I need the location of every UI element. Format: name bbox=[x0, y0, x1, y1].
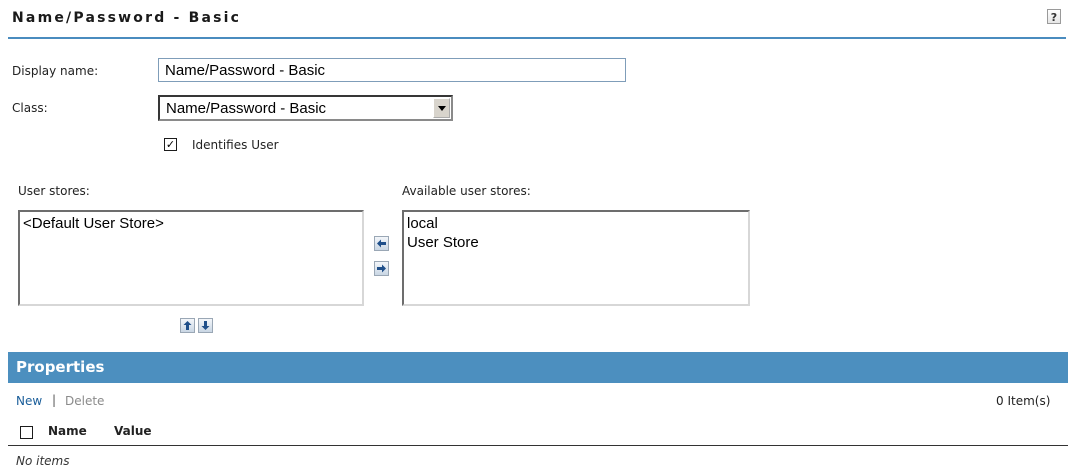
column-header-name[interactable]: Name bbox=[48, 424, 87, 438]
list-item[interactable]: <Default User Store> bbox=[23, 214, 359, 233]
arrow-down-icon[interactable] bbox=[198, 318, 213, 333]
select-all-checkbox[interactable] bbox=[20, 426, 33, 439]
list-item[interactable]: User Store bbox=[407, 233, 745, 252]
arrow-up-icon[interactable] bbox=[180, 318, 195, 333]
chevron-down-icon[interactable] bbox=[433, 98, 450, 118]
page-title: Name/Password - Basic bbox=[12, 10, 242, 26]
user-stores-list[interactable]: <Default User Store> bbox=[18, 210, 364, 306]
arrow-left-icon[interactable] bbox=[374, 236, 389, 251]
new-link[interactable]: New bbox=[16, 394, 42, 408]
properties-panel bbox=[8, 383, 1068, 471]
item-count: 0 Item(s) bbox=[996, 394, 1051, 408]
table-header-divider bbox=[8, 445, 1068, 446]
link-separator: | bbox=[52, 393, 57, 407]
class-label: Class: bbox=[12, 101, 48, 115]
column-header-value[interactable]: Value bbox=[114, 424, 152, 438]
available-stores-label: Available user stores: bbox=[402, 184, 531, 198]
class-select[interactable]: Name/Password - Basic bbox=[158, 95, 453, 121]
display-name-label: Display name: bbox=[12, 64, 99, 78]
available-stores-list[interactable]: local User Store bbox=[402, 210, 750, 306]
identifies-user-checkbox[interactable]: ✓ bbox=[164, 138, 177, 151]
identifies-user-label: Identifies User bbox=[192, 138, 279, 152]
empty-table-message: No items bbox=[16, 454, 70, 468]
user-stores-label: User stores: bbox=[18, 184, 90, 198]
checkmark-icon: ✓ bbox=[165, 138, 176, 151]
display-name-input[interactable]: Name/Password - Basic bbox=[158, 58, 626, 82]
properties-title: Properties bbox=[16, 358, 105, 376]
class-select-value: Name/Password - Basic bbox=[166, 100, 327, 117]
properties-header bbox=[8, 352, 1068, 383]
list-item[interactable]: local bbox=[407, 214, 745, 233]
arrow-right-icon[interactable] bbox=[374, 261, 389, 276]
delete-link[interactable]: Delete bbox=[65, 394, 104, 408]
title-divider bbox=[8, 37, 1066, 39]
help-icon[interactable]: ? bbox=[1047, 9, 1061, 24]
